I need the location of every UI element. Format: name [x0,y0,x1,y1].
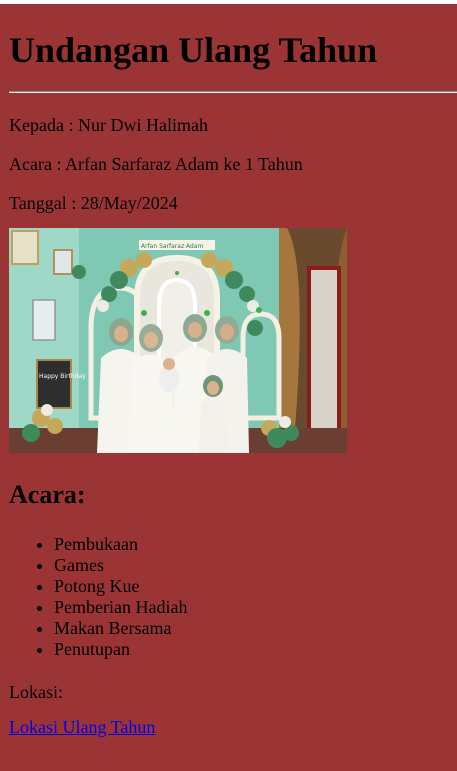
agenda-heading: Acara: [9,480,86,509]
location-link[interactable]: Lokasi Ulang Tahun [9,717,155,737]
recipient-text: Kepada : Nur Dwi Halimah [9,115,208,135]
party-photo: Happy Birthday Arfan Sarfaraz Adam [9,228,347,453]
banner-text: Arfan Sarfaraz Adam [141,243,203,250]
agenda-list: Pembukaan Games Potong Kue Pemberian Had… [9,534,187,660]
list-item: Potong Kue [54,576,187,597]
list-item: Pemberian Hadiah [54,597,187,618]
divider [9,91,457,93]
list-item: Pembukaan [54,534,187,555]
location-label: Lokasi: [9,682,63,702]
date-text: Tanggal : 28/May/2024 [9,193,178,213]
event-text: Acara : Arfan Sarfaraz Adam ke 1 Tahun [9,154,303,174]
list-item: Makan Bersama [54,618,187,639]
list-item: Penutupan [54,639,187,660]
page-title: Undangan Ulang Tahun [9,30,378,70]
sign-text: Happy Birthday [39,373,86,380]
list-item: Games [54,555,187,576]
